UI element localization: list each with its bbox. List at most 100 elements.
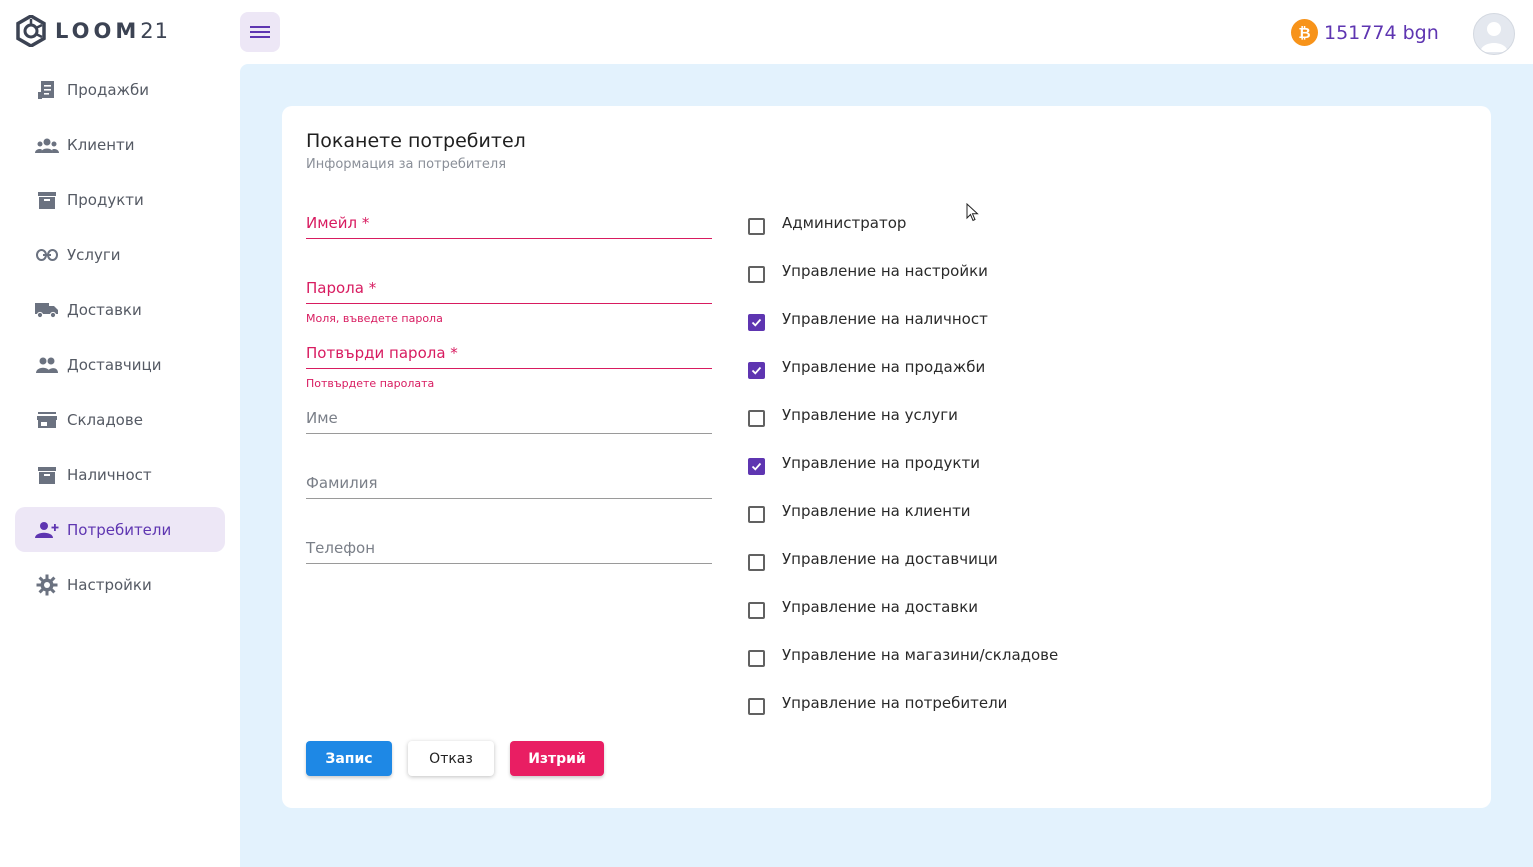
page-title: Поканете потребител <box>306 130 526 152</box>
cancel-button[interactable]: Отказ <box>408 741 494 776</box>
mouse-cursor-icon <box>966 203 979 222</box>
sidebar-item-label: Складове <box>67 410 143 429</box>
permission-label: Администратор <box>782 214 907 232</box>
user-avatar[interactable] <box>1473 13 1515 55</box>
sidebar-item-label: Наличност <box>67 465 152 484</box>
confirm-password-label: Потвърди парола * <box>306 344 712 369</box>
password-label: Парола * <box>306 279 712 304</box>
bitcoin-icon: ₿ <box>1291 19 1318 46</box>
last-name-field[interactable]: Фамилия <box>306 474 712 499</box>
permission-label: Управление на потребители <box>782 694 1008 712</box>
balance-amount: 151774 bgn <box>1324 21 1439 44</box>
checkbox[interactable] <box>748 506 765 523</box>
confirm-password-error-text: Потвърдете паролата <box>306 377 435 390</box>
people-icon <box>35 133 59 157</box>
archive-box-icon <box>35 188 59 212</box>
link-icon <box>35 243 59 267</box>
checkbox[interactable] <box>748 362 765 379</box>
sidebar-item-warehouses[interactable]: Складове <box>15 397 225 442</box>
permission-label: Управление на настройки <box>782 262 988 280</box>
checkbox[interactable] <box>748 698 765 715</box>
first-name-field[interactable]: Име <box>306 409 712 434</box>
sidebar-item-label: Продажби <box>67 80 150 99</box>
gear-icon <box>35 573 59 597</box>
checkbox[interactable] <box>748 554 765 571</box>
permission-label: Управление на доставчици <box>782 550 998 568</box>
balance-display[interactable]: ₿ 151774 bgn <box>1291 19 1439 46</box>
receipt-icon <box>35 78 59 102</box>
email-field[interactable]: Имейл * <box>306 214 712 239</box>
delete-button[interactable]: Изтрий <box>510 741 604 776</box>
password-error-text: Моля, въведете парола <box>306 312 443 325</box>
menu-toggle-button[interactable] <box>240 12 280 52</box>
permission-suppliers[interactable]: Управление на доставчици <box>748 550 1058 598</box>
sidebar-item-services[interactable]: Услуги <box>15 232 225 277</box>
permission-clients[interactable]: Управление на клиенти <box>748 502 1058 550</box>
sidebar-item-label: Продукти <box>67 190 144 209</box>
phone-label: Телефон <box>306 539 712 564</box>
password-field[interactable]: Парола * Моля, въведете парола <box>306 279 712 325</box>
save-button[interactable]: Запис <box>306 741 392 776</box>
checkmark-icon <box>751 366 762 375</box>
permission-label: Управление на наличност <box>782 310 988 328</box>
permission-label: Управление на продажби <box>782 358 986 376</box>
inventory-box-icon <box>35 463 59 487</box>
app-logo[interactable]: LOOM21 <box>15 15 169 47</box>
email-label: Имейл * <box>306 214 712 239</box>
sidebar-item-label: Услуги <box>67 245 121 264</box>
checkbox[interactable] <box>748 410 765 427</box>
group-icon <box>35 353 59 377</box>
loom-logo-icon <box>16 15 46 47</box>
permission-admin[interactable]: Администратор <box>748 214 1058 262</box>
permissions-list: Администратор Управление на настройки Уп… <box>748 214 1058 742</box>
logo-text: LOOM <box>55 19 141 43</box>
permission-label: Управление на услуги <box>782 406 958 424</box>
sidebar-item-label: Клиенти <box>67 135 135 154</box>
permission-label: Управление на продукти <box>782 454 980 472</box>
checkbox[interactable] <box>748 266 765 283</box>
sidebar-nav: Продажби Клиенти Продукти Услуги Доставк… <box>15 67 225 617</box>
sidebar-item-label: Доставки <box>67 300 142 319</box>
page-subtitle: Информация за потребителя <box>306 157 507 172</box>
permission-stores[interactable]: Управление на магазини/складове <box>748 646 1058 694</box>
first-name-label: Име <box>306 409 712 434</box>
truck-icon <box>35 298 59 322</box>
permission-inventory[interactable]: Управление на наличност <box>748 310 1058 358</box>
sidebar-item-settings[interactable]: Настройки <box>15 562 225 607</box>
invite-user-card: Поканете потребител Информация за потреб… <box>282 106 1491 808</box>
checkbox[interactable] <box>748 602 765 619</box>
sidebar-item-label: Настройки <box>67 575 152 594</box>
checkbox[interactable] <box>748 458 765 475</box>
permission-sales[interactable]: Управление на продажби <box>748 358 1058 406</box>
last-name-label: Фамилия <box>306 474 712 499</box>
sidebar-item-suppliers[interactable]: Доставчици <box>15 342 225 387</box>
sidebar-item-label: Потребители <box>67 520 172 539</box>
permission-label: Управление на клиенти <box>782 502 971 520</box>
main-content: Поканете потребител Информация за потреб… <box>240 64 1533 867</box>
sidebar-item-sales[interactable]: Продажби <box>15 67 225 112</box>
checkbox[interactable] <box>748 218 765 235</box>
sidebar-item-deliveries[interactable]: Доставки <box>15 287 225 332</box>
checkbox[interactable] <box>748 650 765 667</box>
sidebar-item-products[interactable]: Продукти <box>15 177 225 222</box>
sidebar-item-inventory[interactable]: Наличност <box>15 452 225 497</box>
permission-services[interactable]: Управление на услуги <box>748 406 1058 454</box>
phone-field[interactable]: Телефон <box>306 539 712 564</box>
permission-users[interactable]: Управление на потребители <box>748 694 1058 742</box>
checkmark-icon <box>751 462 762 471</box>
permission-label: Управление на магазини/складове <box>782 646 1059 664</box>
sidebar-item-users[interactable]: Потребители <box>15 507 225 552</box>
sidebar-item-clients[interactable]: Клиенти <box>15 122 225 167</box>
permission-deliveries[interactable]: Управление на доставки <box>748 598 1058 646</box>
permission-products[interactable]: Управление на продукти <box>748 454 1058 502</box>
logo-number: 21 <box>140 19 169 43</box>
store-icon <box>35 408 59 432</box>
hamburger-icon <box>250 26 270 38</box>
confirm-password-field[interactable]: Потвърди парола * Потвърдете паролата <box>306 344 712 390</box>
checkmark-icon <box>751 318 762 327</box>
permission-label: Управление на доставки <box>782 598 979 616</box>
profile-icon <box>1480 22 1508 52</box>
checkbox[interactable] <box>748 314 765 331</box>
person-add-icon <box>35 518 59 542</box>
permission-settings[interactable]: Управление на настройки <box>748 262 1058 310</box>
